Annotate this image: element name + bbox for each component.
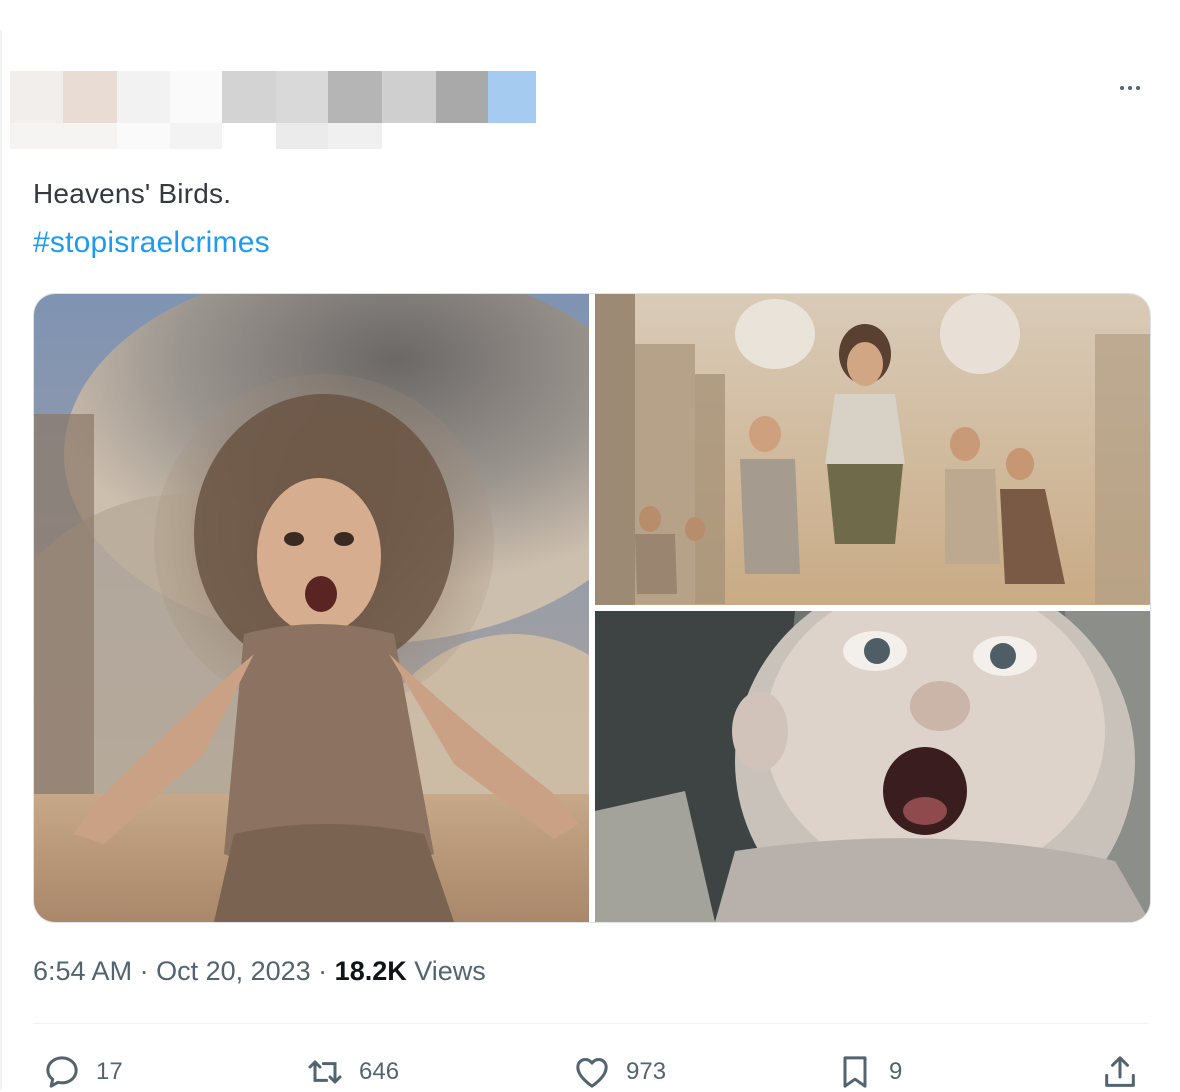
separator-dot: · <box>132 956 157 986</box>
like-button[interactable]: 973 <box>572 1052 666 1092</box>
reply-count: 17 <box>96 1058 123 1085</box>
tweet-text: Heavens' Birds. <box>33 178 232 209</box>
share-button[interactable] <box>1100 1052 1140 1092</box>
bookmark-icon <box>835 1052 875 1092</box>
hashtag-link[interactable]: #stopisraelcrimes <box>33 226 270 260</box>
more-options-button[interactable] <box>1110 80 1150 96</box>
bookmark-button[interactable]: 9 <box>835 1052 902 1092</box>
bookmark-count: 9 <box>889 1058 903 1085</box>
divider <box>33 1023 1149 1024</box>
reply-button[interactable]: 17 <box>42 1052 123 1092</box>
views-count: 18.2K <box>334 956 407 986</box>
tweet-metadata: 6:54 AM · Oct 20, 2023 · 18.2K Views <box>33 956 486 987</box>
photo-1[interactable] <box>34 294 589 922</box>
heart-icon <box>572 1052 612 1092</box>
media-grid <box>33 293 1151 923</box>
views-label: Views <box>414 956 486 986</box>
tweet-date[interactable]: Oct 20, 2023 <box>156 956 311 986</box>
photo-3[interactable] <box>595 611 1150 922</box>
tweet-time[interactable]: 6:54 AM <box>33 956 132 986</box>
retweet-count: 646 <box>359 1058 400 1085</box>
share-icon <box>1100 1052 1140 1092</box>
retweet-button[interactable]: 646 <box>305 1052 399 1092</box>
retweet-icon <box>305 1052 345 1092</box>
left-border <box>0 30 2 1090</box>
photo-2[interactable] <box>595 294 1150 605</box>
reply-icon <box>42 1052 82 1092</box>
ellipsis-icon <box>1120 86 1140 90</box>
separator-dot: · <box>310 956 335 986</box>
like-count: 973 <box>626 1058 667 1085</box>
